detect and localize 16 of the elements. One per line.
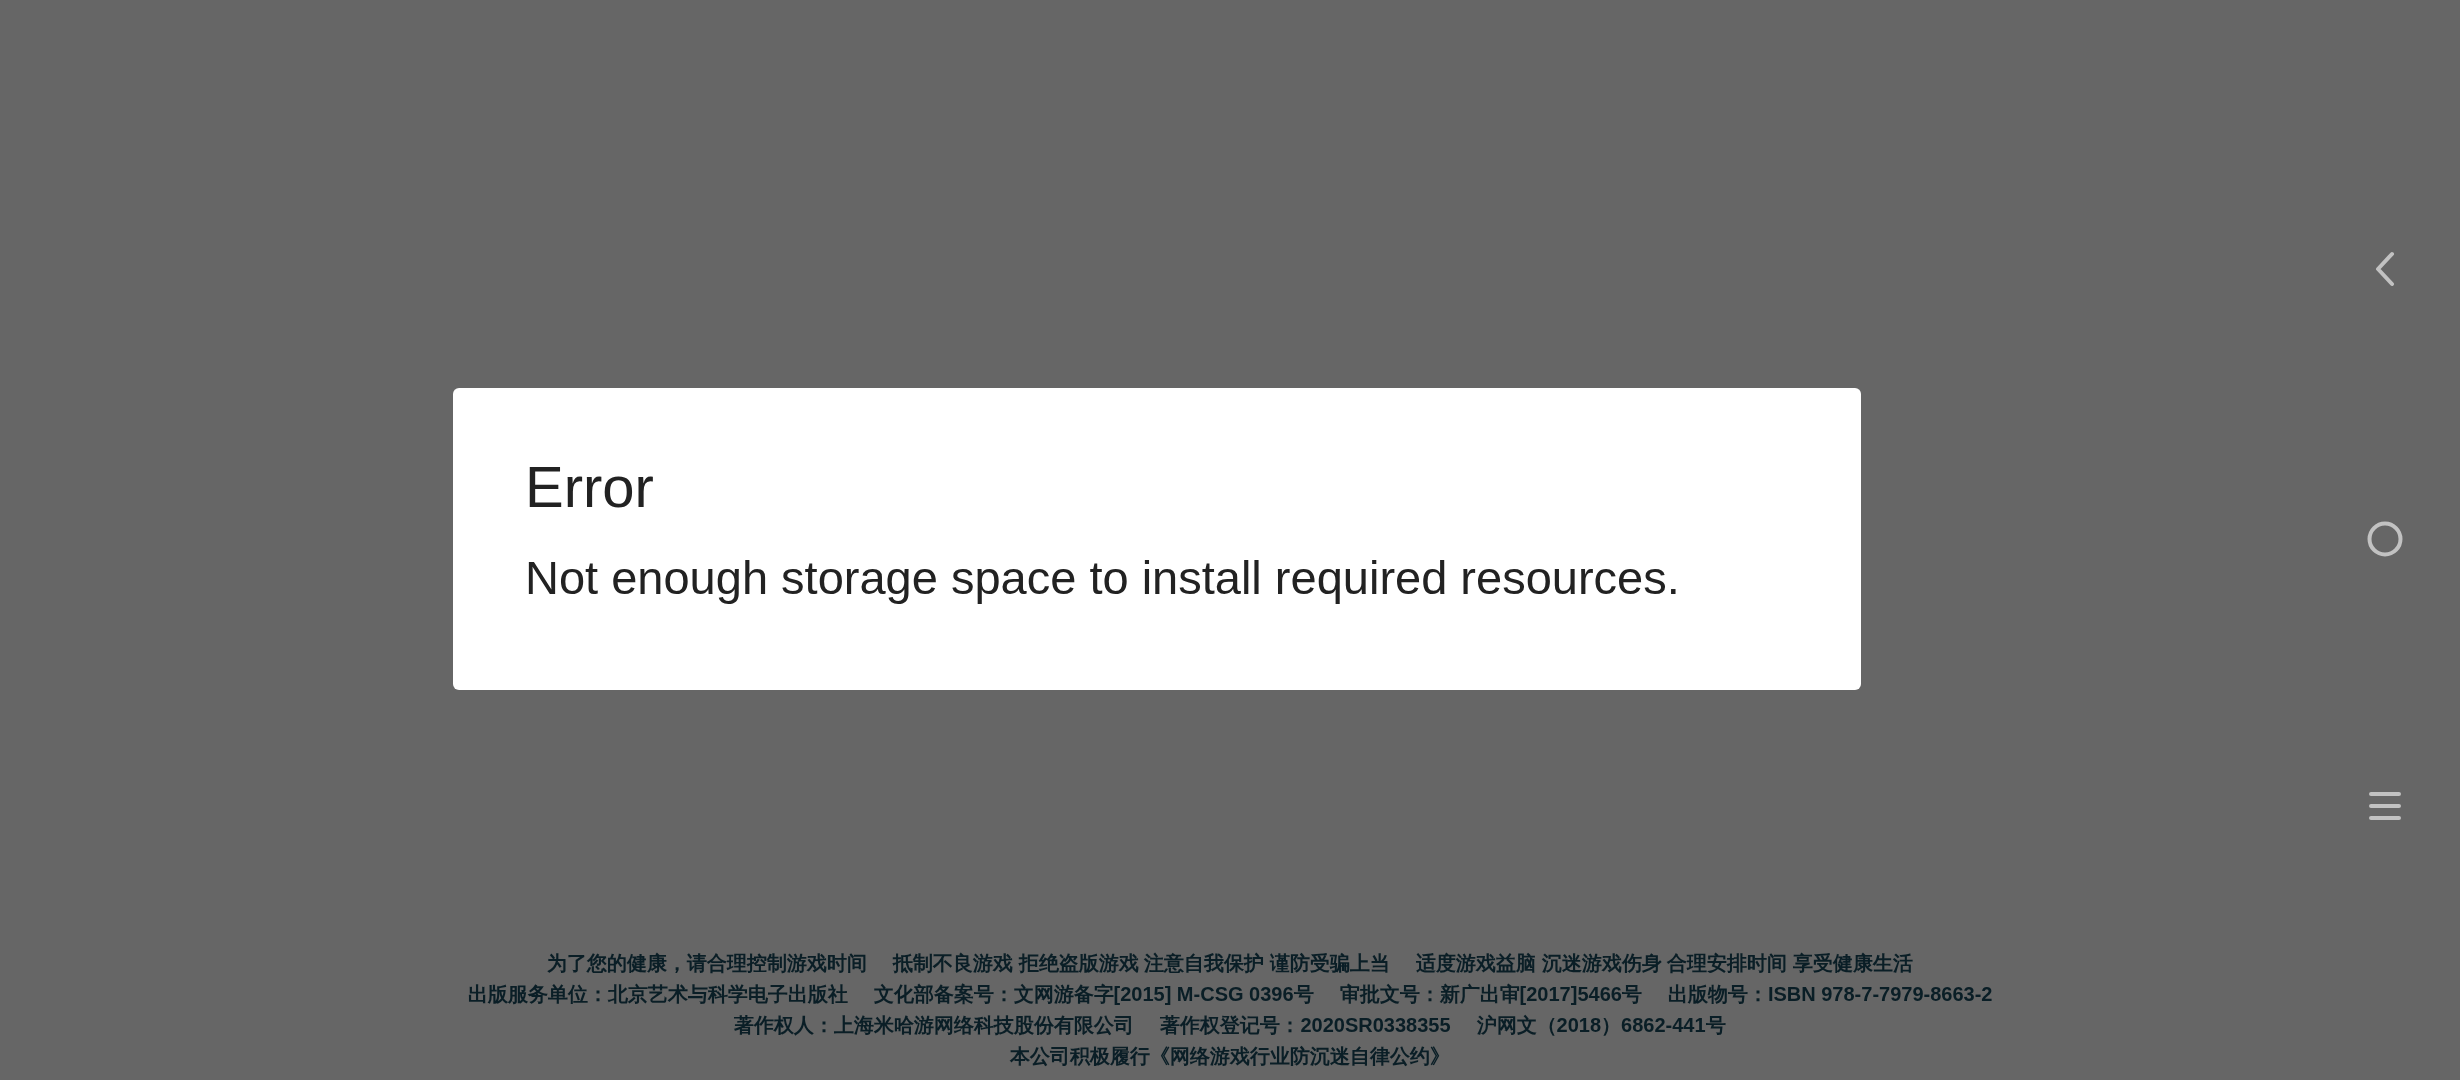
notice-text: 沪网文（2018）6862-441号	[1476, 1013, 1726, 1038]
notice-text: 抵制不良游戏 拒绝盗版游戏 注意自我保护 谨防受骗上当	[893, 951, 1390, 976]
home-icon[interactable]	[2367, 521, 2403, 557]
notice-text: 著作权人：上海米哈游网络科技股份有限公司	[734, 1013, 1135, 1038]
dialog-message: Not enough storage space to install required resources.	[525, 550, 1681, 606]
back-icon[interactable]	[2374, 251, 2396, 287]
notice-text: 出版服务单位：北京艺术与科学电子出版社	[467, 982, 848, 1007]
notice-text: 审批文号：新广出审[2017]5466号	[1339, 982, 1642, 1007]
notice-text: 出版物号：ISBN 978-7-7979-8663-2	[1667, 982, 1993, 1007]
notice-text: 文化部备案号：文网游备字[2015] M-CSG 0396号	[873, 982, 1314, 1007]
notice-text: 适度游戏益脑 沉迷游戏伤身 合理安排时间 享受健康生活	[1416, 951, 1913, 976]
menu-icon[interactable]	[2369, 791, 2401, 821]
notice-text: 著作权登记号：2020SR0338355	[1160, 1013, 1451, 1038]
notice-text: 本公司积极履行《网络游戏行业防沉迷自律公约》	[1010, 1044, 1450, 1069]
notice-text: 为了您的健康，请合理控制游戏时间	[547, 951, 868, 976]
dialog-title: Error	[525, 453, 655, 521]
